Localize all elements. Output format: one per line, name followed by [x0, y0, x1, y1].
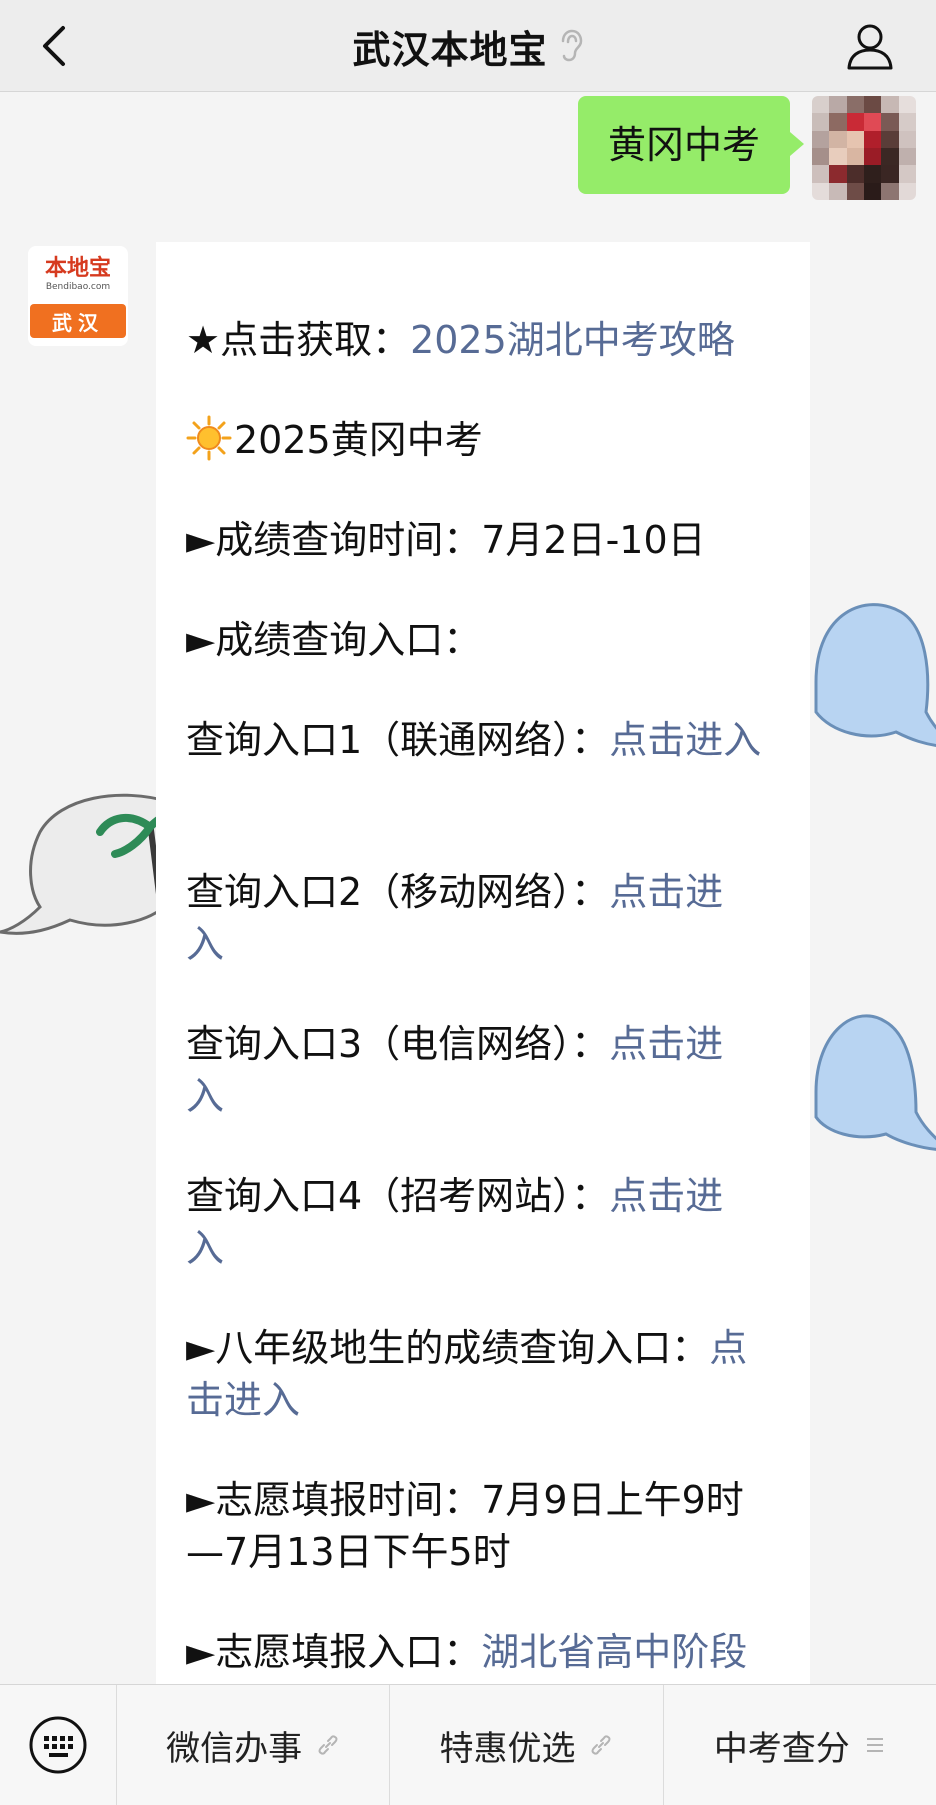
link-icon: [589, 1733, 613, 1757]
keyboard-toggle-button[interactable]: [0, 1685, 117, 1805]
menu-item-label: 微信办事: [166, 1728, 303, 1769]
menu-item-wechat-services[interactable]: 微信办事: [117, 1685, 391, 1805]
guide-link[interactable]: 2025湖北中考攻略: [410, 318, 735, 362]
palm-tree-illustration: [0, 793, 170, 935]
score-entry-heading: ►成绩查询入口：: [186, 618, 482, 662]
bendibao-logo-avatar[interactable]: 本地宝 Bendibao.com 武汉: [28, 246, 128, 346]
entry-line-4: 查询入口4（招考网站）：点击进入: [186, 1170, 751, 1274]
heading-text: 2025黄冈中考: [234, 418, 483, 462]
entry-line-1: 查询入口1（联通网络）：点击进入: [186, 714, 786, 766]
ear-icon: [558, 29, 584, 63]
guide-prefix: ★点击获取：: [186, 318, 411, 362]
back-button[interactable]: [30, 18, 78, 74]
link-icon: [316, 1733, 340, 1757]
logo-city: 武汉: [30, 304, 126, 338]
keyboard-icon: [29, 1716, 87, 1774]
guide-line: ★点击获取：2025湖北中考攻略: [186, 314, 735, 366]
bot-message-card: ★点击获取：2025湖北中考攻略 2025黄冈中考 ►成绩查询时间：7月2日-1…: [156, 242, 810, 1684]
chevron-left-icon: [43, 26, 65, 66]
menu-item-exam-score[interactable]: 中考查分: [664, 1685, 936, 1805]
volunteer-time: ►志愿填报时间：7月9日上午9时—7月13日下午5时: [186, 1478, 744, 1574]
logo-domain: Bendibao.com: [45, 282, 111, 292]
user-message-bubble[interactable]: 黄冈中考: [577, 96, 805, 194]
entry-4-prefix: 查询入口4（招考网站）：: [186, 1174, 610, 1218]
chat-area[interactable]: 黄冈中考 本地宝 Bendibao.com 武汉 ★点击获取：2025湖北中考攻…: [0, 92, 936, 1684]
entry-2-prefix: 查询入口2（移动网络）：: [186, 870, 610, 914]
menu-lines-icon: [864, 1735, 886, 1755]
logo-name: 本地宝: [44, 256, 111, 281]
entry-1-link[interactable]: 点击进入: [609, 718, 761, 762]
menu-item-label: 中考查分: [713, 1728, 850, 1769]
menu-item-special-offers[interactable]: 特惠优选: [390, 1685, 664, 1805]
entry-line-3: 查询入口3（电信网络）：点击进入: [186, 1018, 751, 1122]
heading-line: 2025黄冈中考: [186, 414, 483, 474]
entry-1-prefix: 查询入口1（联通网络）：: [186, 718, 610, 762]
chat-title: 武汉本地宝: [352, 27, 548, 72]
grade8-prefix: ►八年级地生的成绩查询入口：: [186, 1326, 710, 1370]
entry-line-2: 查询入口2（移动网络）：点击进入: [186, 866, 751, 970]
volunteer-prefix: ►志愿填报入口：: [186, 1630, 482, 1674]
profile-button[interactable]: [842, 16, 898, 76]
top-navigation-bar: 武汉本地宝: [0, 0, 936, 92]
bottom-menu-bar: 微信办事 特惠优选 中考查分: [0, 1684, 936, 1805]
user-avatar[interactable]: [812, 96, 916, 200]
grade8-line: ►八年级地生的成绩查询入口：点击进入: [186, 1322, 766, 1426]
entry-3-prefix: 查询入口3（电信网络）：: [186, 1022, 610, 1066]
menu-item-label: 特惠优选: [439, 1728, 576, 1769]
volunteer-entry-line: ►志愿填报入口：湖北省高中阶段学校招生管理信息系统: [186, 1626, 766, 1684]
sun-icon: [186, 415, 232, 474]
score-time: ►成绩查询时间：7月2日-10日: [186, 518, 706, 562]
person-icon: [847, 24, 893, 70]
user-message-row: 黄冈中考: [577, 96, 916, 200]
